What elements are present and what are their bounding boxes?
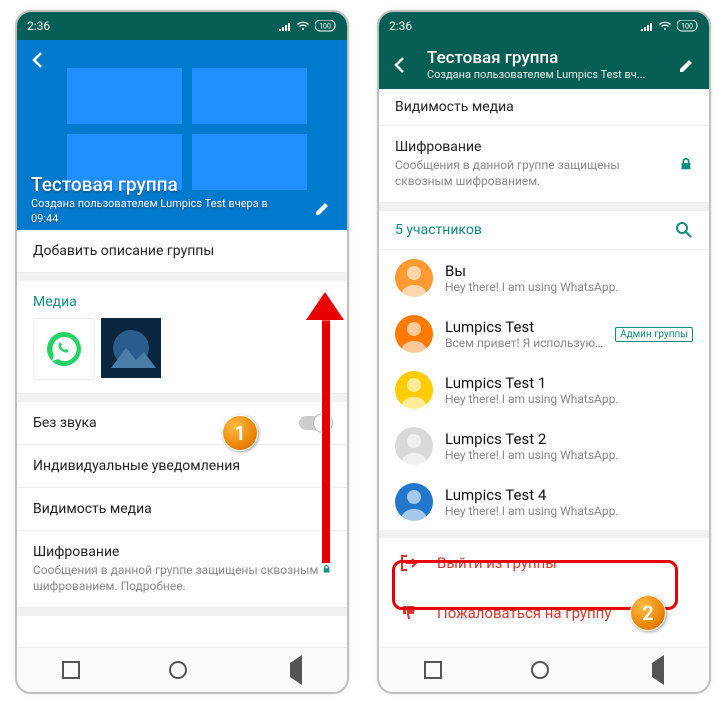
- mute-toggle[interactable]: [299, 416, 331, 430]
- avatar: [395, 483, 433, 521]
- admin-badge: Админ группы: [615, 327, 693, 342]
- media-thumb[interactable]: [33, 318, 95, 380]
- members-list: ВыHey there! I am using WhatsApp.Lumpics…: [379, 250, 709, 530]
- member-status: Hey there! I am using WhatsApp.: [445, 392, 693, 406]
- encryption-row[interactable]: Шифрование Сообщения в данной группе защ…: [17, 531, 347, 608]
- encryption-title: Шифрование: [33, 544, 322, 560]
- image-icon: [101, 318, 161, 378]
- nav-recent-icon[interactable]: [62, 661, 80, 679]
- encryption-subtitle: Сообщения в данной группе защищены сквоз…: [395, 158, 635, 189]
- member-status: Всем привет! Я использую WhatsApp.: [445, 336, 603, 350]
- avatar: [395, 259, 433, 297]
- member-name: Lumpics Test 1: [445, 374, 693, 392]
- edit-icon[interactable]: [313, 198, 333, 218]
- chevron-right-icon: ›: [327, 295, 331, 309]
- encryption-subtitle: Сообщения в данной группе защищены сквоз…: [33, 563, 322, 594]
- nav-home-icon[interactable]: [531, 661, 549, 679]
- add-description-row[interactable]: Добавить описание группы: [17, 230, 347, 273]
- member-status: Hey there! I am using WhatsApp.: [445, 504, 693, 518]
- status-time: 2:36: [389, 19, 412, 33]
- mute-row[interactable]: Без звука: [17, 402, 347, 445]
- media-visibility-row[interactable]: Видимость медиа: [379, 89, 709, 126]
- edit-icon[interactable]: [677, 55, 697, 75]
- media-section[interactable]: Медиа 2 ›: [17, 281, 347, 394]
- nav-back-icon[interactable]: [276, 655, 302, 685]
- phone-left: 2:36 100 Тестовая группа Создана пользов…: [15, 10, 349, 694]
- svg-text:100: 100: [319, 23, 331, 31]
- group-subtitle: Создана пользователем Lumpics Test вчера…: [31, 197, 297, 226]
- status-bar: 2:36 100: [379, 12, 709, 40]
- member-status: Hey there! I am using WhatsApp.: [445, 280, 693, 294]
- avatar: [395, 315, 433, 353]
- avatar: [395, 427, 433, 465]
- whatsapp-icon: [44, 329, 84, 369]
- appbar-title: Тестовая группа: [427, 48, 661, 68]
- callout-2: 2: [630, 595, 666, 631]
- media-count: 2: [318, 295, 325, 309]
- member-row[interactable]: ВыHey there! I am using WhatsApp.: [379, 250, 709, 306]
- participants-header: 5 участников: [379, 211, 709, 250]
- back-icon[interactable]: [391, 55, 411, 75]
- member-row[interactable]: Lumpics Test 2Hey there! I am using What…: [379, 418, 709, 474]
- nav-back-icon[interactable]: [638, 655, 664, 685]
- member-name: Вы: [445, 262, 693, 280]
- member-row[interactable]: Lumpics Test 4Hey there! I am using What…: [379, 474, 709, 530]
- encryption-title: Шифрование: [395, 139, 635, 155]
- signal-icon: [279, 21, 291, 31]
- custom-notifications-row[interactable]: Индивидуальные уведомления: [17, 445, 347, 488]
- wifi-icon: [658, 21, 672, 31]
- nav-home-icon[interactable]: [169, 661, 187, 679]
- media-visibility-label: Видимость медиа: [33, 501, 152, 517]
- appbar-subtitle: Создана пользователем Lumpics Test вч...: [427, 68, 661, 81]
- media-thumb[interactable]: [101, 318, 161, 378]
- app-bar: Тестовая группа Создана пользователем Lu…: [379, 40, 709, 89]
- callout-1: 1: [222, 415, 258, 451]
- avatar: [395, 371, 433, 409]
- member-name: Lumpics Test: [445, 318, 603, 336]
- signal-icon: [641, 21, 653, 31]
- custom-notifications-label: Индивидуальные уведомления: [33, 458, 240, 474]
- group-header: Тестовая группа Создана пользователем Lu…: [17, 40, 347, 230]
- media-label: Медиа: [33, 294, 77, 310]
- status-icons: 100: [279, 20, 337, 32]
- wifi-icon: [296, 21, 310, 31]
- mute-label: Без звука: [33, 415, 97, 431]
- back-icon[interactable]: [29, 50, 49, 70]
- media-thumbs: [33, 318, 331, 380]
- add-description-label: Добавить описание группы: [33, 243, 214, 259]
- member-status: Hey there! I am using WhatsApp.: [445, 448, 693, 462]
- lock-icon: [322, 562, 331, 576]
- battery-icon: 100: [677, 20, 699, 32]
- battery-icon: 100: [315, 20, 337, 32]
- lock-icon: [679, 157, 693, 171]
- svg-text:100: 100: [681, 23, 693, 31]
- status-icons: 100: [641, 20, 699, 32]
- member-row[interactable]: Lumpics Test 1Hey there! I am using What…: [379, 362, 709, 418]
- nav-recent-icon[interactable]: [424, 661, 442, 679]
- android-navbar: [17, 647, 347, 692]
- search-icon[interactable]: [675, 221, 693, 239]
- member-name: Lumpics Test 2: [445, 430, 693, 448]
- member-name: Lumpics Test 4: [445, 486, 693, 504]
- encryption-row[interactable]: Шифрование Сообщения в данной группе защ…: [379, 126, 709, 203]
- member-row[interactable]: Lumpics TestВсем привет! Я использую Wha…: [379, 306, 709, 362]
- status-bar: 2:36 100: [17, 12, 347, 40]
- media-visibility-label: Видимость медиа: [395, 99, 514, 115]
- android-navbar: [379, 647, 709, 692]
- status-time: 2:36: [27, 19, 50, 33]
- participants-count: 5 участников: [395, 222, 482, 238]
- group-title: Тестовая группа: [31, 173, 178, 196]
- media-visibility-row[interactable]: Видимость медиа: [17, 488, 347, 531]
